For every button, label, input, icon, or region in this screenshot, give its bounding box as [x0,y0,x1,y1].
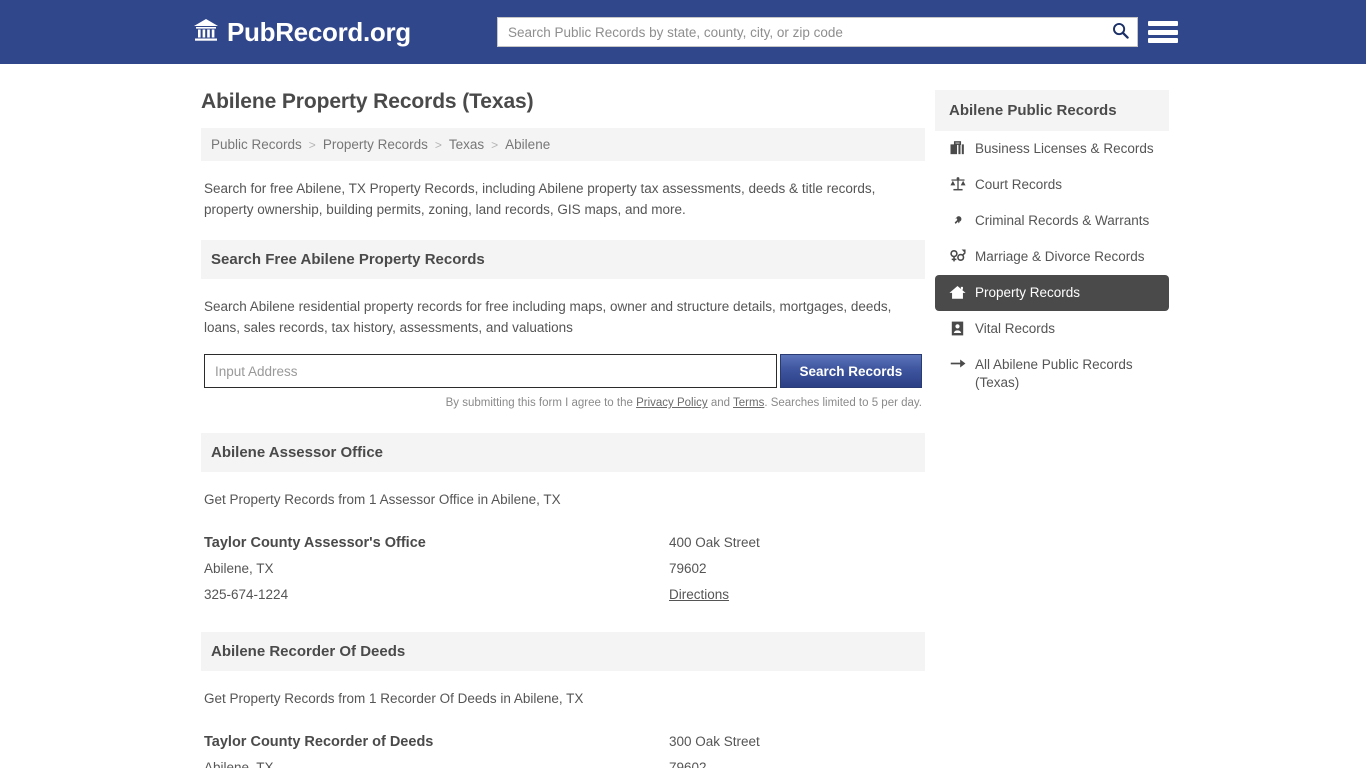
disclaimer-prefix: By submitting this form I agree to the [445,397,637,409]
sidebar-item-label: Criminal Records & Warrants [975,213,1150,228]
site-logo-link[interactable]: PubRecord.org [193,17,411,48]
office-phone: 325-674-1224 [204,587,289,602]
sidebar-item-court-records[interactable]: Court Records [935,167,1169,203]
scales-of-justice-icon [949,176,966,191]
sidebar-item-label: Marriage & Divorce Records [975,249,1145,264]
main-column: Abilene Property Records (Texas) Public … [201,64,925,768]
sidebar-list-item: All Abilene Public Records (Texas) [935,347,1169,401]
office-directions-row: Directions [669,582,922,608]
privacy-policy-link[interactable]: Privacy Policy [636,397,708,409]
site-logo-text: PubRecord.org [227,16,411,47]
id-card-icon [949,320,966,336]
search-section-description: Search Abilene residential property reco… [204,299,892,335]
sidebar-list-item: Vital Records [935,311,1169,347]
assessor-office-subtitle: Get Property Records from 1 Assessor Off… [204,492,561,507]
sidebar-list: Business Licenses & Records Court Record… [935,131,1169,401]
office-zip: 79602 [669,561,707,576]
breadcrumb-item-public-records[interactable]: Public Records [211,137,302,152]
venus-mars-icon [949,248,966,263]
office-entry: Taylor County Recorder of Deeds Abilene,… [204,729,922,768]
office-contact-column: Taylor County Assessor's Office Abilene,… [204,530,669,608]
sidebar-list-item: Criminal Records & Warrants [935,203,1169,239]
sidebar-item-business-licenses[interactable]: Business Licenses & Records [935,131,1169,167]
search-icon [1112,22,1129,42]
recorder-office-subtitle: Get Property Records from 1 Recorder Of … [204,691,584,706]
home-icon [949,284,966,300]
breadcrumb: Public Records > Property Records > Texa… [201,128,925,161]
terms-link[interactable]: Terms [733,397,764,409]
hamburger-bar [1148,29,1178,35]
disclaimer-and: and [707,397,734,409]
office-street: 300 Oak Street [669,734,760,749]
office-name: Taylor County Assessor's Office [204,535,426,551]
breadcrumb-item-property-records[interactable]: Property Records [323,137,428,152]
breadcrumb-separator-icon: > [308,137,316,152]
header-search-box[interactable] [497,17,1138,47]
briefcase-icon [949,140,966,155]
site-header: PubRecord.org [0,0,1366,64]
assessor-office-heading: Abilene Assessor Office [201,433,925,472]
hamburger-menu-icon[interactable] [1148,18,1178,46]
breadcrumb-item-texas[interactable]: Texas [449,137,484,152]
arrow-right-icon [949,356,966,370]
recorder-office-heading: Abilene Recorder Of Deeds [201,632,925,671]
sidebar-item-label: Business Licenses & Records [975,141,1154,156]
sidebar-list-item: Marriage & Divorce Records [935,239,1169,275]
sidebar-item-property-records[interactable]: Property Records [935,275,1169,311]
hamburger-bar [1148,21,1178,26]
office-entry: Taylor County Assessor's Office Abilene,… [204,530,922,608]
sidebar: Abilene Public Records Business Licenses… [935,64,1169,401]
office-city-state: Abilene, TX [204,760,274,768]
form-disclaimer: By submitting this form I agree to the P… [204,397,922,409]
search-section-heading: Search Free Abilene Property Records [201,240,925,279]
directions-link[interactable]: Directions [669,587,729,602]
header-search-button[interactable] [1103,18,1137,46]
page-title: Abilene Property Records (Texas) [201,90,534,113]
office-zip: 79602 [669,760,707,768]
sidebar-item-label: Property Records [975,285,1081,300]
sidebar-item-criminal-records[interactable]: Criminal Records & Warrants [935,203,1169,239]
sidebar-item-marriage-divorce[interactable]: Marriage & Divorce Records [935,239,1169,275]
sidebar-item-label: Vital Records [975,321,1056,336]
sidebar-item-vital-records[interactable]: Vital Records [935,311,1169,347]
office-address-column: 400 Oak Street 79602 Directions [669,530,922,608]
sidebar-list-item: Court Records [935,167,1169,203]
sidebar-item-label: All Abilene Public Records (Texas) [975,357,1133,390]
disclaimer-suffix: . Searches limited to 5 per day. [764,397,922,409]
sidebar-heading: Abilene Public Records [935,90,1169,131]
hamburger-bar [1148,38,1178,43]
sidebar-list-item: Business Licenses & Records [935,131,1169,167]
search-records-button[interactable]: Search Records [779,354,922,388]
office-city-state: Abilene, TX [204,561,274,576]
office-name: Taylor County Recorder of Deeds [204,734,434,750]
office-address-column: 300 Oak Street 79602 Directions [669,729,922,768]
chain-link-icon [949,212,966,228]
header-search-input[interactable] [498,18,1103,46]
breadcrumb-separator-icon: > [491,137,499,152]
breadcrumb-separator-icon: > [434,137,442,152]
sidebar-item-all-public-records[interactable]: All Abilene Public Records (Texas) [935,347,1169,401]
sidebar-item-label: Court Records [975,177,1063,192]
bank-columns-icon [193,18,219,47]
address-search-input[interactable] [204,354,777,388]
property-search-form: Search Records [204,354,922,388]
sidebar-list-item: Property Records [935,275,1169,311]
breadcrumb-item-abilene: Abilene [505,137,551,152]
page-content: Abilene Property Records (Texas) Public … [0,64,1366,768]
office-street: 400 Oak Street [669,535,760,550]
office-contact-column: Taylor County Recorder of Deeds Abilene,… [204,729,669,768]
page-intro-text: Search for free Abilene, TX Property Rec… [204,181,876,217]
